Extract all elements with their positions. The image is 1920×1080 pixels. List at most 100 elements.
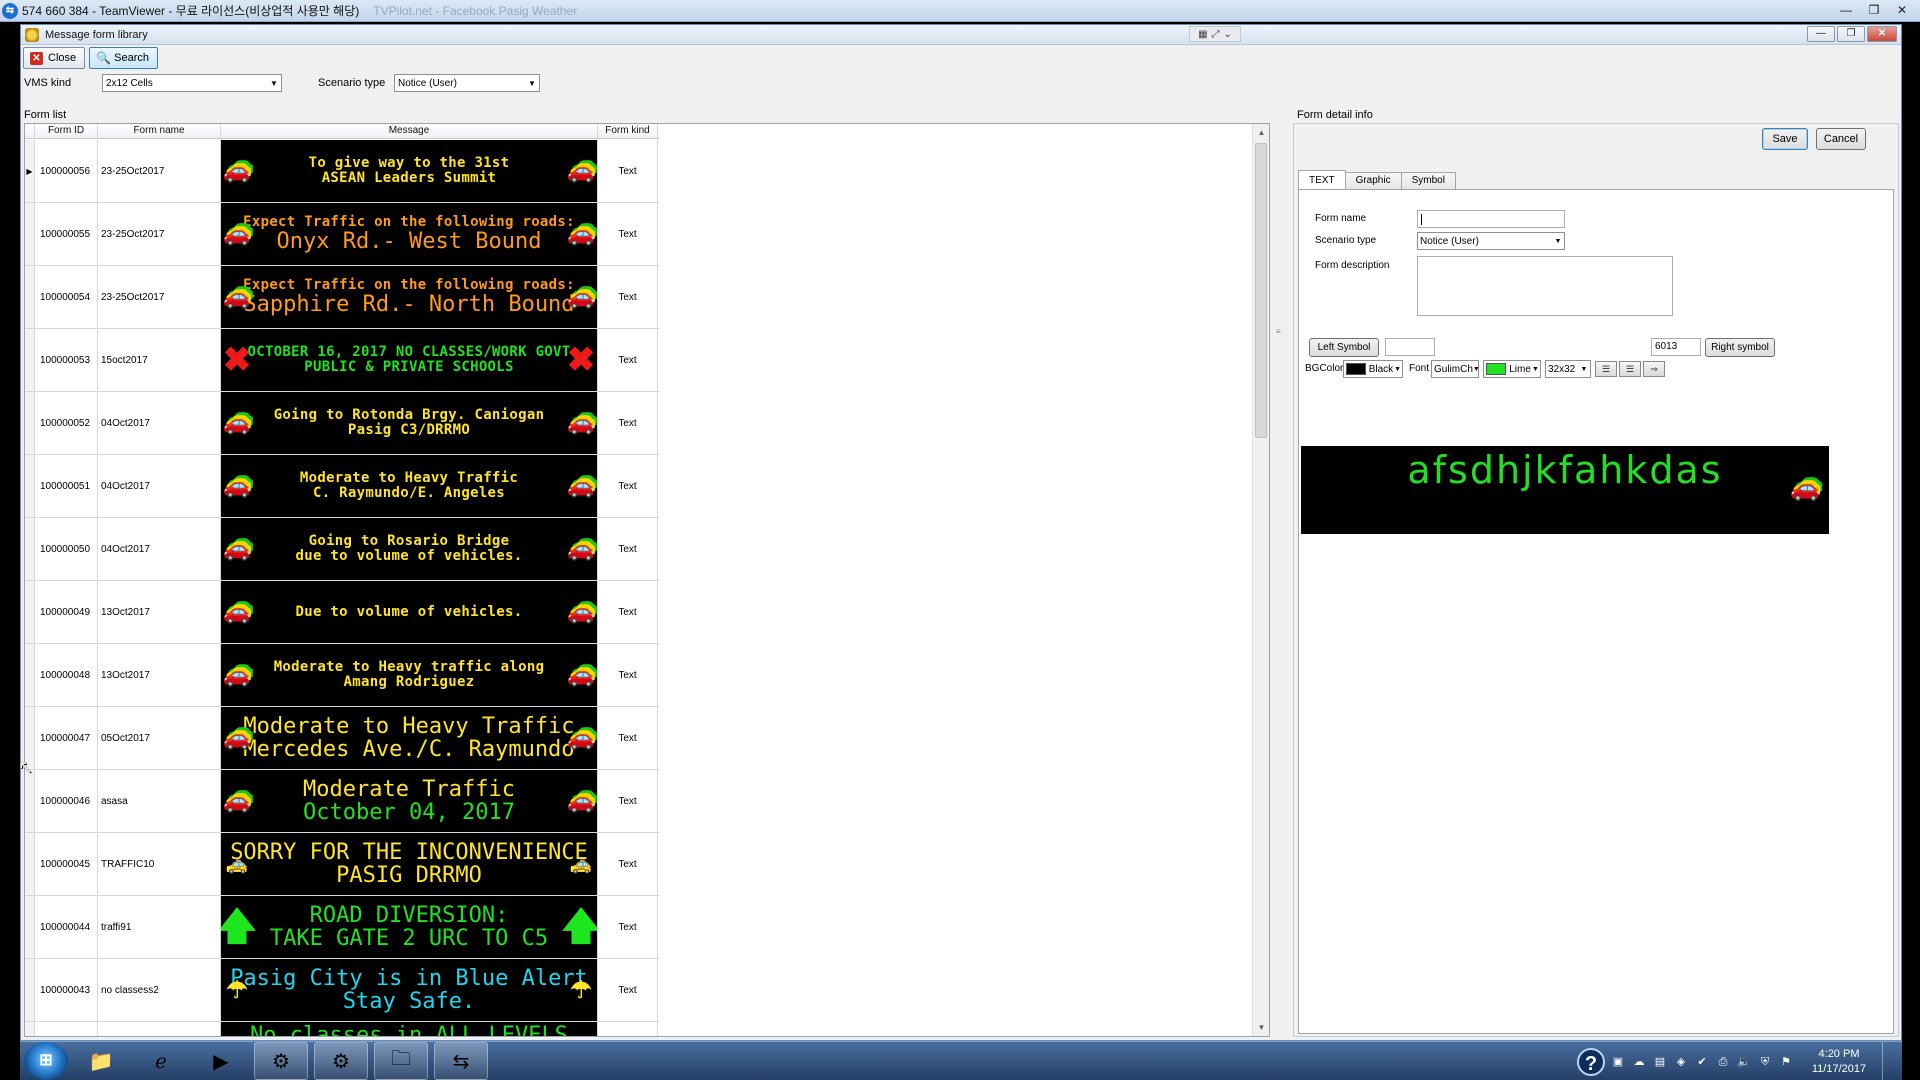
speaker-icon[interactable]: 🔈 xyxy=(1736,1054,1752,1070)
column-header-form-id[interactable]: Form ID xyxy=(35,124,98,138)
row-selector[interactable] xyxy=(25,644,35,706)
row-selector[interactable] xyxy=(25,392,35,454)
left-symbol-button[interactable]: Left Symbol xyxy=(1309,338,1379,357)
form-kind-cell: Text xyxy=(598,392,658,454)
scroll-up-icon[interactable]: ▲ xyxy=(1253,124,1269,141)
internet-explorer-icon[interactable]: ℯ xyxy=(134,1042,188,1080)
row-selector[interactable] xyxy=(25,203,35,265)
minimize-button[interactable]: — xyxy=(1807,26,1835,42)
row-selector[interactable] xyxy=(25,266,35,328)
splitter-grip-icon[interactable]: ≡ xyxy=(1276,328,1282,342)
teamviewer-maximize-button[interactable]: ❐ xyxy=(1864,2,1884,18)
form-description-input[interactable] xyxy=(1417,256,1673,316)
row-selector[interactable] xyxy=(25,581,35,643)
tab-symbol[interactable]: Symbol xyxy=(1400,172,1456,189)
folder-icon[interactable]: 🗀 xyxy=(374,1042,428,1080)
left-symbol-input[interactable] xyxy=(1385,338,1435,356)
table-row[interactable]: 100000046 asasa 🚗 🚗 Moderate Traffic October … xyxy=(25,770,659,833)
grid-vertical-scrollbar[interactable]: ▲ ▼ xyxy=(1252,124,1269,1036)
teamviewer-title: 574 660 384 - TeamViewer - 무료 라이선스(비상업적 … xyxy=(22,4,360,18)
start-button[interactable]: ⊞ xyxy=(24,1042,68,1080)
table-row[interactable]: 100000045 TRAFFIC10 🚕 🚕 SORRY FOR THE INCONV… xyxy=(25,833,659,896)
search-button[interactable]: 🔍 Search xyxy=(89,47,158,69)
form-detail-label: Form detail info xyxy=(1297,109,1373,121)
font-size-select[interactable]: 32x32 ▼ xyxy=(1545,360,1591,378)
save-button[interactable]: Save xyxy=(1762,128,1808,150)
text-color-select[interactable]: Lime ▼ xyxy=(1483,360,1541,378)
form-name-cell: 13Oct2017 xyxy=(98,644,221,706)
clock[interactable]: 4:20 PM 11/17/2017 xyxy=(1807,1047,1871,1077)
tab-graphic[interactable]: Graphic xyxy=(1344,172,1402,189)
chevron-down-icon: ▼ xyxy=(1531,365,1539,373)
table-row[interactable]: 100000053 15oct2017 ✖ ✖ OCTOBER 16, 2017 NO … xyxy=(25,329,659,392)
table-row[interactable]: 100000051 04Oct2017 🚗 🚗 Moderate to Heavy Tr… xyxy=(25,455,659,518)
teamviewer-panel-toggle[interactable]: ▦ ⤢ ⌄ xyxy=(1189,26,1241,42)
teamviewer-close-button[interactable]: ✕ xyxy=(1892,2,1912,18)
teamviewer-minimize-button[interactable]: — xyxy=(1836,2,1856,18)
row-selector[interactable] xyxy=(25,1022,35,1036)
display-icon[interactable]: ▤ xyxy=(1652,1054,1668,1070)
shield-icon[interactable]: ⛨ xyxy=(1757,1054,1773,1070)
mouse-cursor-icon: ↖ xyxy=(18,757,34,777)
car-traffic-icon: 🚗 xyxy=(223,599,251,624)
network-icon[interactable]: ▣ xyxy=(1610,1054,1626,1070)
vms-kind-select[interactable]: 2x12 Cells ▼ xyxy=(102,74,282,92)
table-row[interactable]: 100000052 04Oct2017 🚗 🚗 Going to Rotonda Brg… xyxy=(25,392,659,455)
row-selector[interactable] xyxy=(25,896,35,958)
red-cross-icon: ✖ xyxy=(566,341,596,379)
align-left-icon[interactable]: ☰ xyxy=(1595,361,1617,377)
table-row[interactable]: 100000047 05Oct2017 🚗 🚗 Moderate to Heavy Tr… xyxy=(25,707,659,770)
row-selector[interactable] xyxy=(25,770,35,832)
scenario-type-select[interactable]: Notice (User) ▼ xyxy=(394,74,540,92)
table-row[interactable]: 100000049 13Oct2017 🚗 🚗 Due to volume of veh… xyxy=(25,581,659,644)
cloud-icon[interactable]: ☁ xyxy=(1631,1054,1647,1070)
vms-app-second-icon[interactable]: ⚙ xyxy=(314,1042,368,1080)
table-row[interactable]: 100000048 13Oct2017 🚗 🚗 Moderate to Heavy tr… xyxy=(25,644,659,707)
close-button[interactable]: ✕ Close xyxy=(23,47,86,69)
cancel-button[interactable]: Cancel xyxy=(1816,128,1866,150)
scroll-down-icon[interactable]: ▼ xyxy=(1253,1019,1269,1036)
column-header-form-name[interactable]: Form name xyxy=(98,124,221,138)
right-symbol-input[interactable]: 6013 xyxy=(1651,338,1701,356)
show-desktop-button[interactable] xyxy=(1882,1042,1896,1080)
table-row[interactable]: 100000043 no classess2 ☂ ☂ Pasig City is in … xyxy=(25,959,659,1022)
row-selector[interactable]: ▶ xyxy=(25,140,35,202)
message-line: Expect Traffic on the following roads: xyxy=(243,214,575,231)
app-tray-icon[interactable]: ◈ xyxy=(1673,1054,1689,1070)
table-row[interactable]: 100000050 04Oct2017 🚗 🚗 Going to Rosario Bri… xyxy=(25,518,659,581)
table-row[interactable]: 100000055 23-25Oct2017 🚗 🚗 Expect Traffic on… xyxy=(25,203,659,266)
detail-scenario-type-select[interactable]: Notice (User) ▼ xyxy=(1417,232,1565,250)
close-window-button[interactable]: ✕ xyxy=(1867,26,1897,42)
row-selector[interactable] xyxy=(25,959,35,1021)
form-kind-cell: Text xyxy=(598,203,658,265)
font-select[interactable]: GulimCh ▼ xyxy=(1431,360,1480,378)
table-row[interactable]: No classes in ALL LEVELS xyxy=(25,1022,659,1036)
row-selector[interactable] xyxy=(25,455,35,517)
row-selector[interactable] xyxy=(25,329,35,391)
column-header-message[interactable]: Message xyxy=(221,124,598,138)
teamviewer-icon[interactable]: ⇆ xyxy=(434,1042,488,1080)
form-id-cell: 100000049 xyxy=(35,581,98,643)
right-symbol-button[interactable]: Right symbol xyxy=(1705,338,1775,357)
table-row[interactable]: 100000054 23-25Oct2017 🚗 🚗 Expect Traffic on… xyxy=(25,266,659,329)
scroll-thumb[interactable] xyxy=(1255,143,1267,438)
printer-icon[interactable]: ⎙ xyxy=(1715,1054,1731,1070)
table-row[interactable]: 100000044 traffi91 🡅 🡅 ROAD DIVERSION: TAKE G… xyxy=(25,896,659,959)
media-player-icon[interactable]: ▶ xyxy=(194,1042,248,1080)
vms-app-icon[interactable]: ⚙ xyxy=(254,1042,308,1080)
checkmark-icon[interactable]: ✔ xyxy=(1694,1054,1710,1070)
table-row[interactable]: ▶ 100000056 23-25Oct2017 🚗 🚗 To give way to t… xyxy=(25,140,659,203)
help-icon[interactable]: ? xyxy=(1577,1047,1605,1076)
align-center-icon[interactable]: ☰ xyxy=(1619,361,1641,377)
flag-icon[interactable]: ⚑ xyxy=(1778,1054,1794,1070)
row-selector[interactable] xyxy=(25,518,35,580)
file-explorer-icon[interactable]: 📁 xyxy=(74,1042,128,1080)
form-id-cell: 100000053 xyxy=(35,329,98,391)
arrow-right-icon[interactable]: ⇒ xyxy=(1643,361,1665,377)
bgcolor-select[interactable]: Black ▼ xyxy=(1343,360,1403,378)
row-selector[interactable] xyxy=(25,833,35,895)
restore-button[interactable]: ❐ xyxy=(1837,26,1865,42)
form-name-input[interactable] xyxy=(1417,210,1565,228)
column-header-form-kind[interactable]: Form kind xyxy=(598,124,658,138)
tab-text[interactable]: TEXT xyxy=(1298,170,1346,189)
